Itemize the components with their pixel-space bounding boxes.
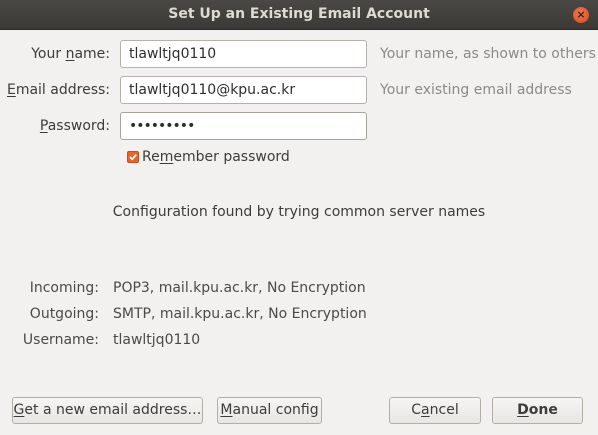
- title-bar: Set Up an Existing Email Account ×: [0, 0, 598, 30]
- close-icon[interactable]: ×: [573, 7, 589, 23]
- your-name-label: Your name:: [31, 46, 110, 62]
- your-name-input[interactable]: tlawltjq0110: [120, 40, 367, 68]
- email-address-input[interactable]: tlawltjq0110@kpu.ac.kr: [120, 76, 367, 104]
- outgoing-label: Outgoing:: [29, 306, 99, 322]
- configuration-status: Configuration found by trying common ser…: [112, 204, 486, 220]
- email-address-label: Email address:: [6, 82, 110, 98]
- checkmark-icon: [129, 154, 137, 161]
- window-title: Set Up an Existing Email Account: [168, 6, 430, 22]
- get-new-email-address-button[interactable]: Get a new email address…: [12, 397, 203, 424]
- username-label: Username:: [22, 332, 99, 348]
- remember-password-label[interactable]: Remember password: [142, 149, 290, 165]
- password-label: Password:: [39, 118, 110, 134]
- outgoing-value: SMTP, mail.kpu.ac.kr, No Encryption: [113, 306, 367, 322]
- email-address-hint: Your existing email address: [380, 82, 572, 98]
- incoming-label: Incoming:: [29, 280, 99, 296]
- remember-password-checkbox[interactable]: [127, 151, 139, 163]
- username-value: tlawltjq0110: [113, 332, 201, 348]
- cancel-button[interactable]: Cancel: [389, 397, 481, 424]
- incoming-value: POP3, mail.kpu.ac.kr, No Encryption: [113, 280, 366, 296]
- manual-config-button[interactable]: Manual config: [217, 397, 322, 424]
- done-button[interactable]: Done: [492, 397, 583, 424]
- password-input[interactable]: •••••••••: [120, 112, 367, 140]
- your-name-hint: Your name, as shown to others: [380, 46, 596, 62]
